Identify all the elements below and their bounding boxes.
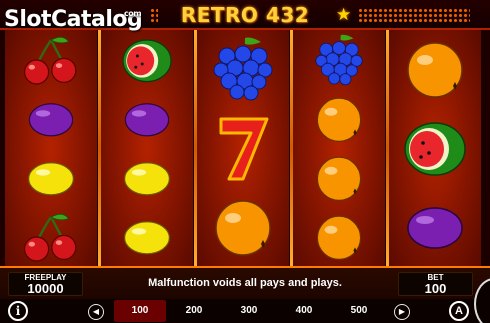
info-button[interactable]: i <box>8 301 28 321</box>
orange-symbol-icon <box>299 91 379 147</box>
grapes-symbol-icon <box>299 32 379 88</box>
orange-symbol-icon <box>299 209 379 265</box>
malfunction-message: Malfunction voids all pays and plays. <box>148 277 342 289</box>
cherry-symbol-icon <box>11 32 91 88</box>
watermelon-symbol-icon <box>107 32 187 88</box>
reel-divider <box>386 30 389 266</box>
seven-symbol-icon <box>203 109 283 187</box>
freeplay-value: 10000 <box>27 281 64 296</box>
bet-option-300[interactable]: 300 <box>223 300 275 322</box>
cherry-symbol-icon <box>11 209 91 265</box>
orange-symbol-icon <box>299 150 379 206</box>
logo-com-text: com <box>124 9 142 18</box>
reels-area <box>0 30 490 266</box>
bet-next-arrow-icon[interactable]: ▶ <box>394 304 410 320</box>
bet-option-400[interactable]: 400 <box>278 300 330 322</box>
light-dots-right <box>358 8 470 22</box>
reel-divider <box>290 30 293 266</box>
plum-symbol-icon <box>11 91 91 147</box>
grapes-symbol-icon <box>203 30 283 108</box>
bet-option-100[interactable]: 100 <box>114 300 166 322</box>
bet-option-500[interactable]: 500 <box>333 300 385 322</box>
star-icon: ★ <box>336 5 352 24</box>
freeplay-box: FREEPLAY 10000 <box>8 272 83 296</box>
plum-symbol-icon <box>107 91 187 147</box>
reel-divider <box>194 30 197 266</box>
bet-prev-arrow-icon[interactable]: ◀ <box>88 304 104 320</box>
bet-box: BET 100 <box>398 272 473 296</box>
autoplay-button[interactable]: A <box>449 301 469 321</box>
bet-value: 100 <box>424 281 447 296</box>
bet-option-200[interactable]: 200 <box>168 300 220 322</box>
reel-divider <box>98 30 101 266</box>
orange-symbol-icon <box>203 188 283 266</box>
slotcatalog-logo: SlotCatalog com <box>4 7 143 32</box>
orange-symbol-icon <box>395 30 475 108</box>
logo-slot-text: Slot <box>4 7 52 32</box>
lemon-symbol-icon <box>11 150 91 206</box>
plum-symbol-icon <box>395 188 475 266</box>
lemon-symbol-icon <box>107 150 187 206</box>
lemon-symbol-icon <box>107 209 187 265</box>
game-stage: RETRO 432 WAYS ★ <box>0 0 490 323</box>
watermelon-symbol-icon <box>395 109 475 187</box>
